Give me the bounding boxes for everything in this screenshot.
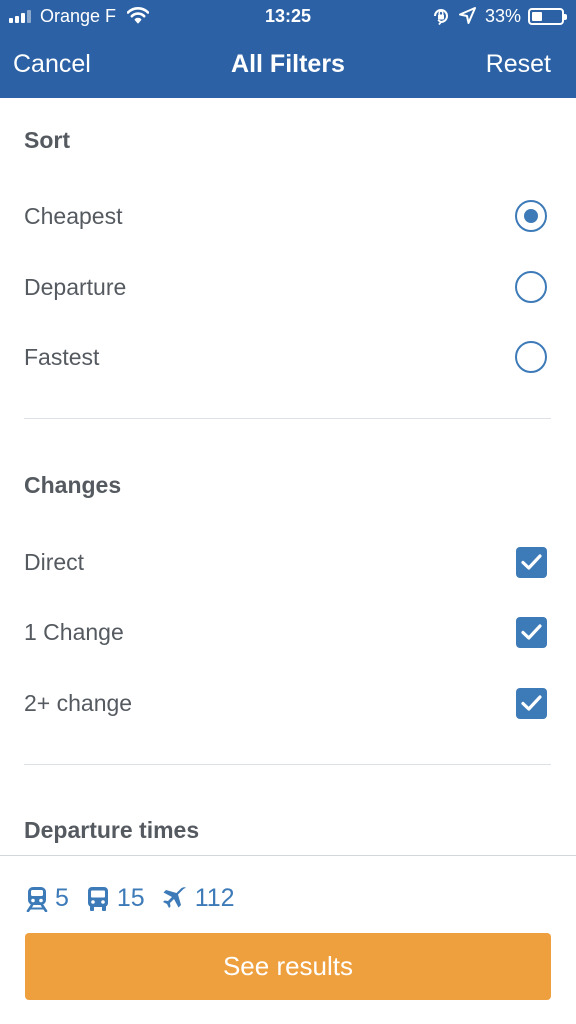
bus-count: 15 — [86, 884, 145, 913]
sort-departure-radio[interactable] — [515, 271, 547, 303]
plane-icon — [162, 886, 186, 908]
changes-option-direct-label[interactable]: Direct — [24, 549, 84, 576]
see-results-button[interactable]: See results — [25, 933, 551, 1000]
flight-count: 112 — [162, 884, 235, 913]
train-count-value: 5 — [55, 884, 69, 912]
battery-icon — [528, 8, 567, 25]
section-divider — [24, 764, 551, 765]
changes-direct-checkbox[interactable] — [516, 547, 547, 578]
train-icon — [26, 886, 48, 912]
sort-fastest-radio[interactable] — [515, 341, 547, 373]
bus-icon — [87, 886, 108, 911]
bus-count-value: 15 — [116, 884, 145, 912]
header: Orange F 13:25 33% Cancel All Filters Re… — [0, 0, 576, 98]
location-arrow-icon — [459, 7, 476, 29]
train-count: 5 — [26, 884, 69, 913]
checkmark-icon — [521, 624, 542, 640]
changes-option-2plus-change-label[interactable]: 2+ change — [24, 690, 132, 717]
result-counts: 5 15 112 — [26, 884, 252, 913]
sort-option-fastest-label[interactable]: Fastest — [24, 344, 99, 371]
battery-percentage: 33% — [485, 6, 522, 26]
changes-section-title: Changes — [24, 472, 122, 498]
section-divider — [24, 418, 551, 419]
sort-option-cheapest-label[interactable]: Cheapest — [24, 203, 122, 230]
checkmark-icon — [521, 554, 542, 570]
sort-section-title: Sort — [24, 127, 70, 153]
changes-2plus-change-checkbox[interactable] — [516, 688, 547, 719]
changes-option-1-change-label[interactable]: 1 Change — [24, 619, 124, 646]
reset-button[interactable]: Reset — [486, 50, 551, 79]
checkmark-icon — [521, 695, 542, 711]
sort-option-departure-label[interactable]: Departure — [24, 274, 126, 301]
changes-1-change-checkbox[interactable] — [516, 617, 547, 648]
orientation-lock-icon — [432, 7, 450, 30]
status-bar: Orange F 13:25 33% — [0, 0, 576, 34]
results-footer: 5 15 112 See results — [0, 855, 576, 1024]
departure-times-section-title: Departure times — [24, 817, 200, 843]
flight-count-value: 112 — [194, 884, 235, 912]
sort-cheapest-radio[interactable] — [515, 200, 547, 232]
